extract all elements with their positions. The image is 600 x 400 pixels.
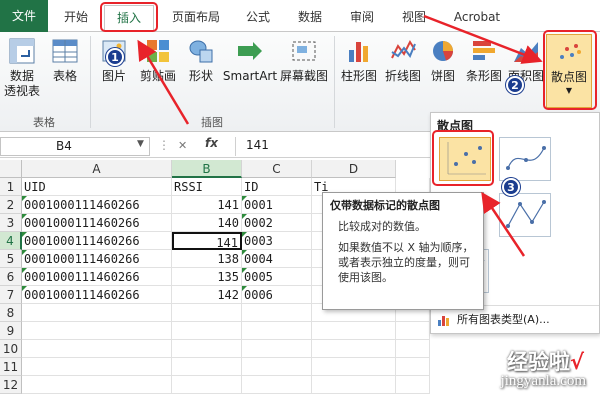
watermark-url: jingyanla.com bbox=[500, 373, 586, 389]
watermark-brand-text: 经验啦 bbox=[506, 350, 570, 374]
watermark-brand: 经验啦√ bbox=[507, 346, 584, 376]
arrow-to-scatter-option bbox=[481, 191, 526, 257]
annotation-arrows bbox=[137, 14, 543, 257]
step-badge-1: 1 bbox=[106, 48, 124, 66]
arrow-to-insert-tab bbox=[137, 39, 190, 125]
step-badge-2: 2 bbox=[506, 76, 524, 94]
step-badge-3: 3 bbox=[502, 178, 520, 196]
arrow-to-scatter-button bbox=[423, 14, 543, 64]
watermark-check-icon: √ bbox=[569, 350, 584, 374]
